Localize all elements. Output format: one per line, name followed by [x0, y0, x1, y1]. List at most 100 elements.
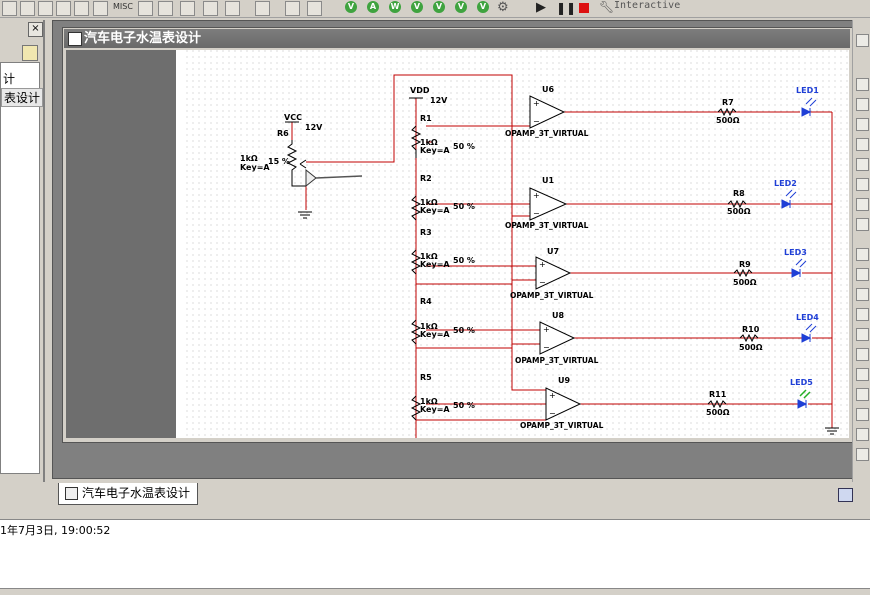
svg-text:U9: U9	[558, 376, 570, 385]
toolbar-tool-icon[interactable]	[203, 1, 218, 16]
svg-text:50 %: 50 %	[453, 326, 475, 335]
pause-simulation-icon[interactable]: ❚❚	[556, 1, 576, 15]
toolbar-tool-icon[interactable]	[38, 1, 53, 16]
instrument-icon[interactable]	[856, 328, 869, 341]
instrument-icon[interactable]	[856, 218, 869, 231]
misc-button[interactable]: MISC	[113, 2, 133, 11]
toolbar-tool-icon[interactable]	[307, 1, 322, 16]
svg-text:R5: R5	[420, 373, 432, 382]
vdd-label: VDD	[410, 86, 430, 95]
svg-text:U8: U8	[552, 311, 564, 320]
svg-text:Key=A: Key=A	[420, 260, 450, 269]
project-tree: 计 表设计	[0, 62, 44, 474]
vcc-label: VCC	[284, 113, 302, 122]
resistor-r11-name: R11	[709, 390, 727, 399]
document-title-bar[interactable]: 汽车电子水温表设计	[64, 29, 850, 48]
toolbar-tool-icon[interactable]	[285, 1, 300, 16]
instrument-icon[interactable]	[856, 248, 869, 261]
svg-text:OPAMP_3T_VIRTUAL: OPAMP_3T_VIRTUAL	[510, 291, 594, 300]
instrument-icon[interactable]	[856, 368, 869, 381]
r6-name: R6	[277, 129, 289, 138]
svg-text:U7: U7	[547, 247, 559, 256]
wrench-icon: 🔧︎	[599, 0, 615, 14]
probe-icon[interactable]: V	[455, 1, 467, 13]
toolbar-tool-icon[interactable]	[74, 1, 89, 16]
toolbar-tool-icon[interactable]	[158, 1, 173, 16]
resistor-r8-value: 500Ω	[727, 207, 751, 216]
probe-icon[interactable]: V	[411, 1, 423, 13]
instrument-icon[interactable]	[856, 34, 869, 47]
close-icon[interactable]: ×	[28, 22, 43, 37]
svg-text:50 %: 50 %	[453, 202, 475, 211]
instrument-icon[interactable]	[856, 288, 869, 301]
instrument-icon[interactable]	[856, 448, 869, 461]
instrument-icon[interactable]	[856, 308, 869, 321]
probe-icon[interactable]: V	[477, 1, 489, 13]
svg-text:+: +	[533, 99, 540, 108]
document-title: 汽车电子水温表设计	[84, 31, 202, 46]
spreadsheet-view	[0, 519, 870, 588]
toolbar-tool-icon[interactable]	[56, 1, 71, 16]
resistor-r7-value: 500Ω	[716, 116, 740, 125]
window-tile-icon[interactable]	[838, 488, 853, 502]
instrument-icon[interactable]	[856, 178, 869, 191]
folder-icon[interactable]	[22, 45, 38, 61]
svg-text:50 %: 50 %	[453, 401, 475, 410]
gear-icon[interactable]: ⚙	[497, 0, 509, 15]
svg-text:U1: U1	[542, 176, 554, 185]
svg-text:Key=A: Key=A	[420, 405, 450, 414]
instrument-icon[interactable]	[856, 408, 869, 421]
svg-text:+: +	[533, 191, 540, 200]
svg-text:Key=A: Key=A	[420, 330, 450, 339]
stop-simulation-icon[interactable]	[579, 3, 589, 13]
svg-text:OPAMP_3T_VIRTUAL: OPAMP_3T_VIRTUAL	[515, 356, 599, 365]
toolbar-tool-icon[interactable]	[2, 1, 17, 16]
svg-text:50 %: 50 %	[453, 142, 475, 151]
interactive-mode-label[interactable]: Interactive	[614, 0, 680, 11]
svg-text:OPAMP_3T_VIRTUAL: OPAMP_3T_VIRTUAL	[520, 421, 604, 430]
resistor-r8-name: R8	[733, 189, 745, 198]
wattmeter-icon[interactable]: W	[389, 1, 401, 13]
probe-icon[interactable]: V	[433, 1, 445, 13]
svg-text:LED1: LED1	[796, 86, 819, 95]
vdd-voltage: 12V	[430, 96, 448, 105]
document-tab[interactable]: 汽车电子水温表设计	[58, 483, 198, 505]
svg-text:LED4: LED4	[796, 313, 819, 322]
toolbar-tool-icon[interactable]	[255, 1, 270, 16]
instrument-icon[interactable]	[856, 348, 869, 361]
resistor-r7-name: R7	[722, 98, 734, 107]
vcc-voltage: 12V	[305, 123, 323, 132]
svg-text:Key=A: Key=A	[420, 146, 450, 155]
instrument-icon[interactable]	[856, 118, 869, 131]
ammeter-icon[interactable]: A	[367, 1, 379, 13]
toolbar-tool-icon[interactable]	[138, 1, 153, 16]
r6-key: Key=A	[240, 163, 270, 172]
svg-text:+: +	[549, 391, 556, 400]
toolbar-tool-icon[interactable]	[93, 1, 108, 16]
instrument-icon[interactable]	[856, 138, 869, 151]
schematic-icon	[65, 487, 78, 500]
instrument-icon[interactable]	[856, 98, 869, 111]
svg-text:R1: R1	[420, 114, 432, 123]
toolbar-tool-icon[interactable]	[180, 1, 195, 16]
svg-text:+: +	[543, 325, 550, 334]
schematic-canvas[interactable]: VCC 12V R6 1kΩ Key=A 15 % VDD 12V R1 1kΩ…	[186, 50, 849, 438]
instrument-icon[interactable]	[856, 388, 869, 401]
r6-value: 1kΩ	[240, 154, 258, 163]
tree-item-selected[interactable]: 表设计	[1, 88, 44, 107]
voltmeter-icon[interactable]: V	[345, 1, 357, 13]
svg-text:−: −	[533, 209, 540, 218]
resistor-r9-value: 500Ω	[733, 278, 757, 287]
svg-text:R2: R2	[420, 174, 432, 183]
run-simulation-icon[interactable]: ▶	[536, 0, 546, 15]
toolbar-tool-icon[interactable]	[225, 1, 240, 16]
schematic-icon	[68, 32, 82, 46]
instrument-icon[interactable]	[856, 428, 869, 441]
tree-item[interactable]: 计	[1, 70, 17, 87]
instrument-icon[interactable]	[856, 78, 869, 91]
svg-text:R4: R4	[420, 297, 432, 306]
toolbar-tool-icon[interactable]	[20, 1, 35, 16]
instrument-icon[interactable]	[856, 198, 869, 211]
instrument-icon[interactable]	[856, 158, 869, 171]
instrument-icon[interactable]	[856, 268, 869, 281]
